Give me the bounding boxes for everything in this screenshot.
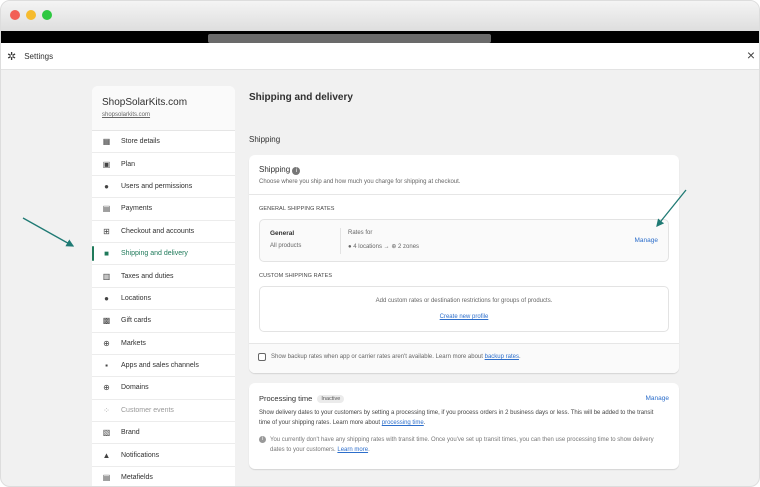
annotation-arrows xyxy=(22,189,687,247)
app-window: ✲ Settings × ShopSolarKits.com shopsolar… xyxy=(0,0,760,487)
arrow-to-manage-button xyxy=(656,189,687,228)
arrow-to-shipping-item xyxy=(22,217,75,247)
